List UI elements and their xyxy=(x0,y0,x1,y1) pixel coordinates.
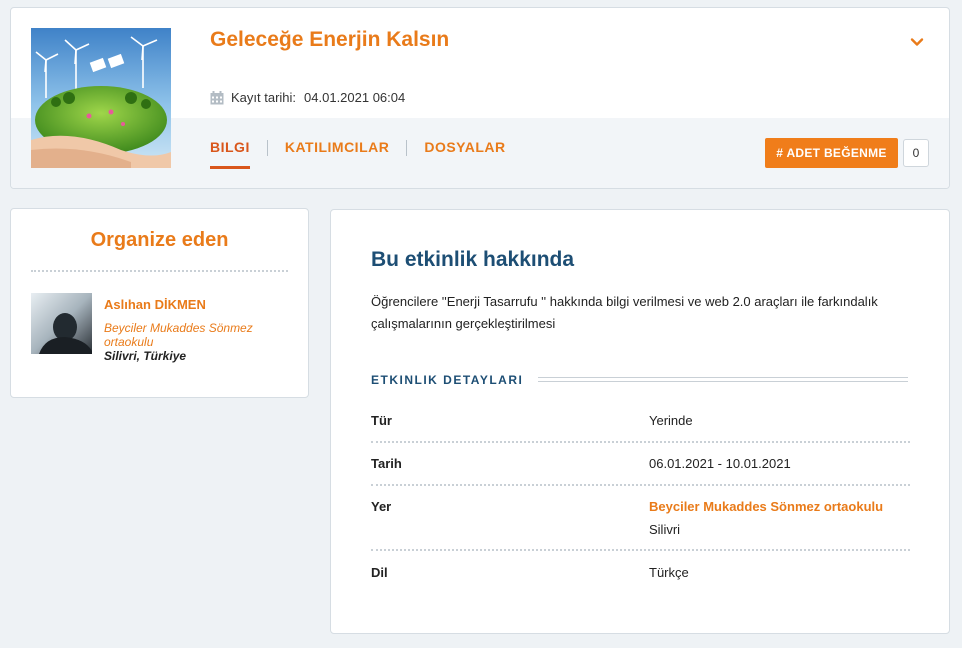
divider xyxy=(538,377,908,382)
organizer-school: Beyciler Mukaddes Sönmez ortaokulu xyxy=(104,321,253,349)
about-card: Bu etkinlik hakkında Öğrencilere ''Enerj… xyxy=(330,209,950,634)
organizer-name[interactable]: Aslıhan DİKMEN xyxy=(104,297,206,312)
tab-bar: BILGI KATILIMCILAR DOSYALAR xyxy=(210,139,506,169)
tab-separator xyxy=(406,140,408,156)
divider xyxy=(371,484,910,486)
avatar[interactable] xyxy=(31,293,92,354)
registration-date-row: Kayıt tarihi: 04.01.2021 06:04 xyxy=(210,90,405,105)
registration-label: Kayıt tarihi: xyxy=(231,90,297,105)
like-button[interactable]: # ADET BEĞENME xyxy=(765,138,898,168)
tab-bilgi[interactable]: BILGI xyxy=(210,139,250,169)
detail-value: Türkçe xyxy=(649,565,689,580)
detail-label: Tür xyxy=(371,413,392,428)
organizer-location: Silivri, Türkiye xyxy=(104,349,187,363)
divider xyxy=(31,270,288,272)
registration-date: 04.01.2021 06:04 xyxy=(304,90,406,105)
detail-label: Tarih xyxy=(371,456,402,471)
event-header-card: Geleceğe Enerjin Kalsın Kayıt tarihi: 04… xyxy=(10,7,950,189)
calendar-icon xyxy=(210,90,224,105)
detail-label: Dil xyxy=(371,565,388,580)
divider xyxy=(371,549,910,551)
detail-label: Yer xyxy=(371,499,392,514)
tab-katilimcilar[interactable]: KATILIMCILAR xyxy=(285,139,390,169)
about-heading: Bu etkinlik hakkında xyxy=(371,248,575,271)
detail-value: 06.01.2021 - 10.01.2021 xyxy=(649,456,791,471)
chevron-down-icon[interactable] xyxy=(909,34,925,50)
detail-value: Yerinde xyxy=(649,413,693,428)
organizer-heading: Organize eden xyxy=(90,229,229,251)
divider xyxy=(371,441,910,443)
event-title: Geleceğe Enerjin Kalsın xyxy=(210,28,450,51)
organizer-card: Organize eden Aslıhan DİKMEN Beyciler Mu… xyxy=(10,208,309,398)
like-count: 0 xyxy=(903,139,929,167)
event-image xyxy=(31,28,171,168)
about-description: Öğrencilere ''Enerji Tasarrufu '' hakkın… xyxy=(371,294,878,331)
place-city: Silivri xyxy=(649,522,681,537)
details-heading: ETKINLIK DETAYLARI xyxy=(371,373,524,387)
tab-separator xyxy=(266,140,268,156)
place-link[interactable]: Beyciler Mukaddes Sönmez ortaokulu xyxy=(649,499,883,514)
tab-dosyalar[interactable]: DOSYALAR xyxy=(424,139,505,169)
